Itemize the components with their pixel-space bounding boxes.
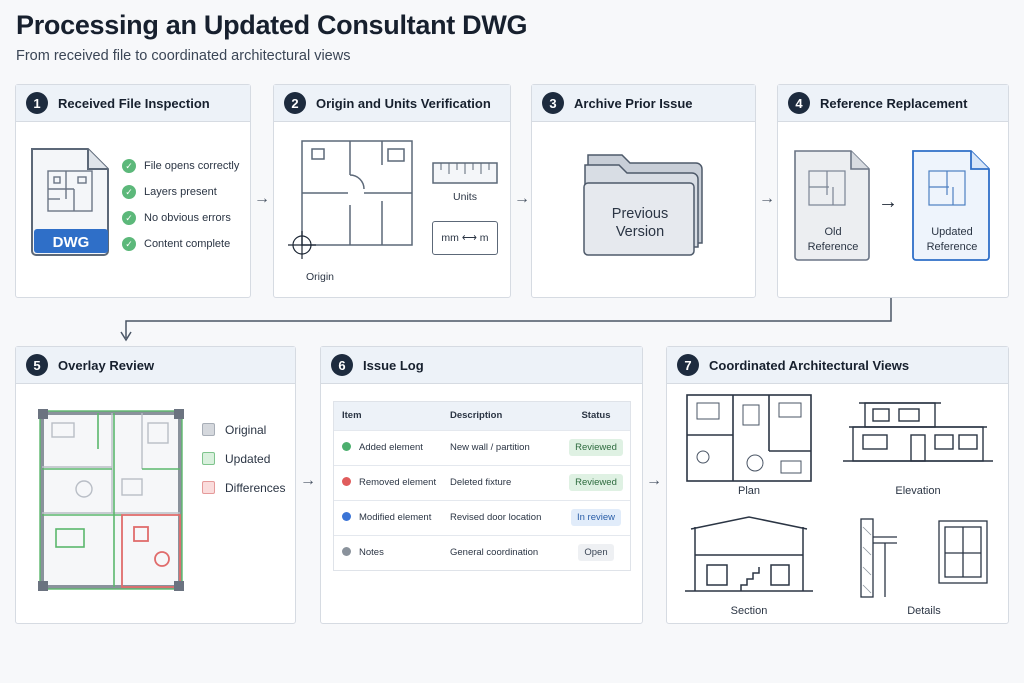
step-6-card: 6 Issue Log Item Description Status Adde… [320,346,643,624]
check-icon: ✓ [122,159,136,173]
view-label-elevation: Elevation [895,485,941,497]
column-header-status: Status [562,402,630,430]
inspection-checklist: ✓ File opens correctly ✓ Layers present ✓ N… [122,153,239,257]
table-row[interactable]: Notes General coordination Open [334,534,630,570]
page-subtitle: From received file to coordinated archit… [16,48,351,64]
step-7-header: 7 Coordinated Architectural Views [667,347,1008,384]
status-dot [342,442,351,451]
checklist-item: ✓ No obvious errors [122,205,239,231]
ruler-icon [432,162,498,184]
folder-stack-icon [583,154,703,256]
legend-item-differences: Differences [202,473,285,502]
status-badge: Reviewed [569,474,623,491]
step-1-header: 1 Received File Inspection [16,85,250,122]
issue-log-table-wrapper: Item Description Status Added element Ne… [333,401,631,571]
step-title: Reference Replacement [820,95,968,111]
floor-plan-drawing [288,140,413,259]
status-badge: Open [578,544,614,562]
step-6-header: 6 Issue Log [321,347,642,384]
old-reference-label: Old Reference [807,226,859,253]
step-3-card: 3 Archive Prior Issue Previous Version [531,84,756,298]
checklist-item: ✓ File opens correctly [122,153,239,179]
step-number: 2 [284,92,306,114]
dwg-badge: DWG [52,234,90,251]
units-label: Units [453,191,477,203]
page-title: Processing an Updated Consultant DWG [16,10,528,40]
check-icon: ✓ [122,185,136,199]
step-5-card: 5 Overlay Review Original Updated Differ… [15,346,296,624]
step-number: 6 [331,354,353,376]
arrow-right-icon: → [300,472,316,489]
status-badge: In review [570,509,621,526]
check-icon: ✓ [122,237,136,251]
status-badge: Reviewed [569,439,623,456]
step-2-card: 2 Origin and Units Verification Origin U… [273,84,511,298]
status-dot [342,477,351,486]
arrow-right-icon: → [514,190,530,207]
step-5-header: 5 Overlay Review [16,347,295,384]
details-view-drawing [860,518,988,598]
table-row[interactable]: Removed element Deleted fixture Reviewed [334,464,630,500]
check-icon: ✓ [122,211,136,225]
issue-log-table: Item Description Status Added element Ne… [334,402,630,570]
step-3-header: 3 Archive Prior Issue [532,85,755,122]
step-number: 1 [26,92,48,114]
view-label-plan: Plan [737,485,761,497]
connector-line [120,298,892,342]
column-header-description: Description [442,402,562,430]
plan-view-drawing [686,394,812,482]
step-title: Received File Inspection [58,95,210,111]
overlay-plan-drawing [38,409,184,591]
arrow-right-icon: → [878,191,898,213]
legend-item-updated: Updated [202,444,285,473]
step-number: 7 [677,354,699,376]
checklist-item: ✓ Content complete [122,231,239,257]
step-4-card: 4 Reference Replacement Old Reference → … [777,84,1009,298]
unit-conversion-box: mm ⟷ m [432,221,498,255]
step-2-header: 2 Origin and Units Verification [274,85,510,122]
arrow-right-icon: → [254,190,270,207]
step-title: Coordinated Architectural Views [709,357,910,373]
step-title: Archive Prior Issue [574,95,693,111]
status-dot [342,512,351,521]
origin-label: Origin [306,271,335,283]
table-row[interactable]: Modified element Revised door location I… [334,499,630,535]
step-title: Overlay Review [58,357,155,373]
view-label-section: Section [730,605,768,617]
step-4-header: 4 Reference Replacement [778,85,1008,122]
table-row[interactable]: Added element New wall / partition Revie… [334,429,630,465]
overlay-legend: Original Updated Differences [202,415,285,502]
elevation-view-drawing [843,402,993,462]
step-number: 4 [788,92,810,114]
legend-item-original: Original [202,415,285,444]
view-label-details: Details [907,605,941,617]
step-7-card: 7 Coordinated Architectural Views Plan E… [666,346,1009,624]
updated-reference-label: Updated Reference [926,226,978,253]
table-header-row: Item Description Status [334,402,630,430]
step-title: Issue Log [363,357,424,373]
status-dot [342,547,351,557]
step-1-card: 1 Received File Inspection DWG ✓ File ope… [15,84,251,298]
folder-label: Previous Version [611,206,669,240]
checklist-item: ✓ Layers present [122,179,239,205]
arrow-right-icon: → [646,472,662,489]
step-number: 3 [542,92,564,114]
column-header-item: Item [334,402,442,430]
step-number: 5 [26,354,48,376]
step-title: Origin and Units Verification [316,95,491,111]
section-view-drawing [685,516,813,592]
arrow-right-icon: → [759,190,775,207]
